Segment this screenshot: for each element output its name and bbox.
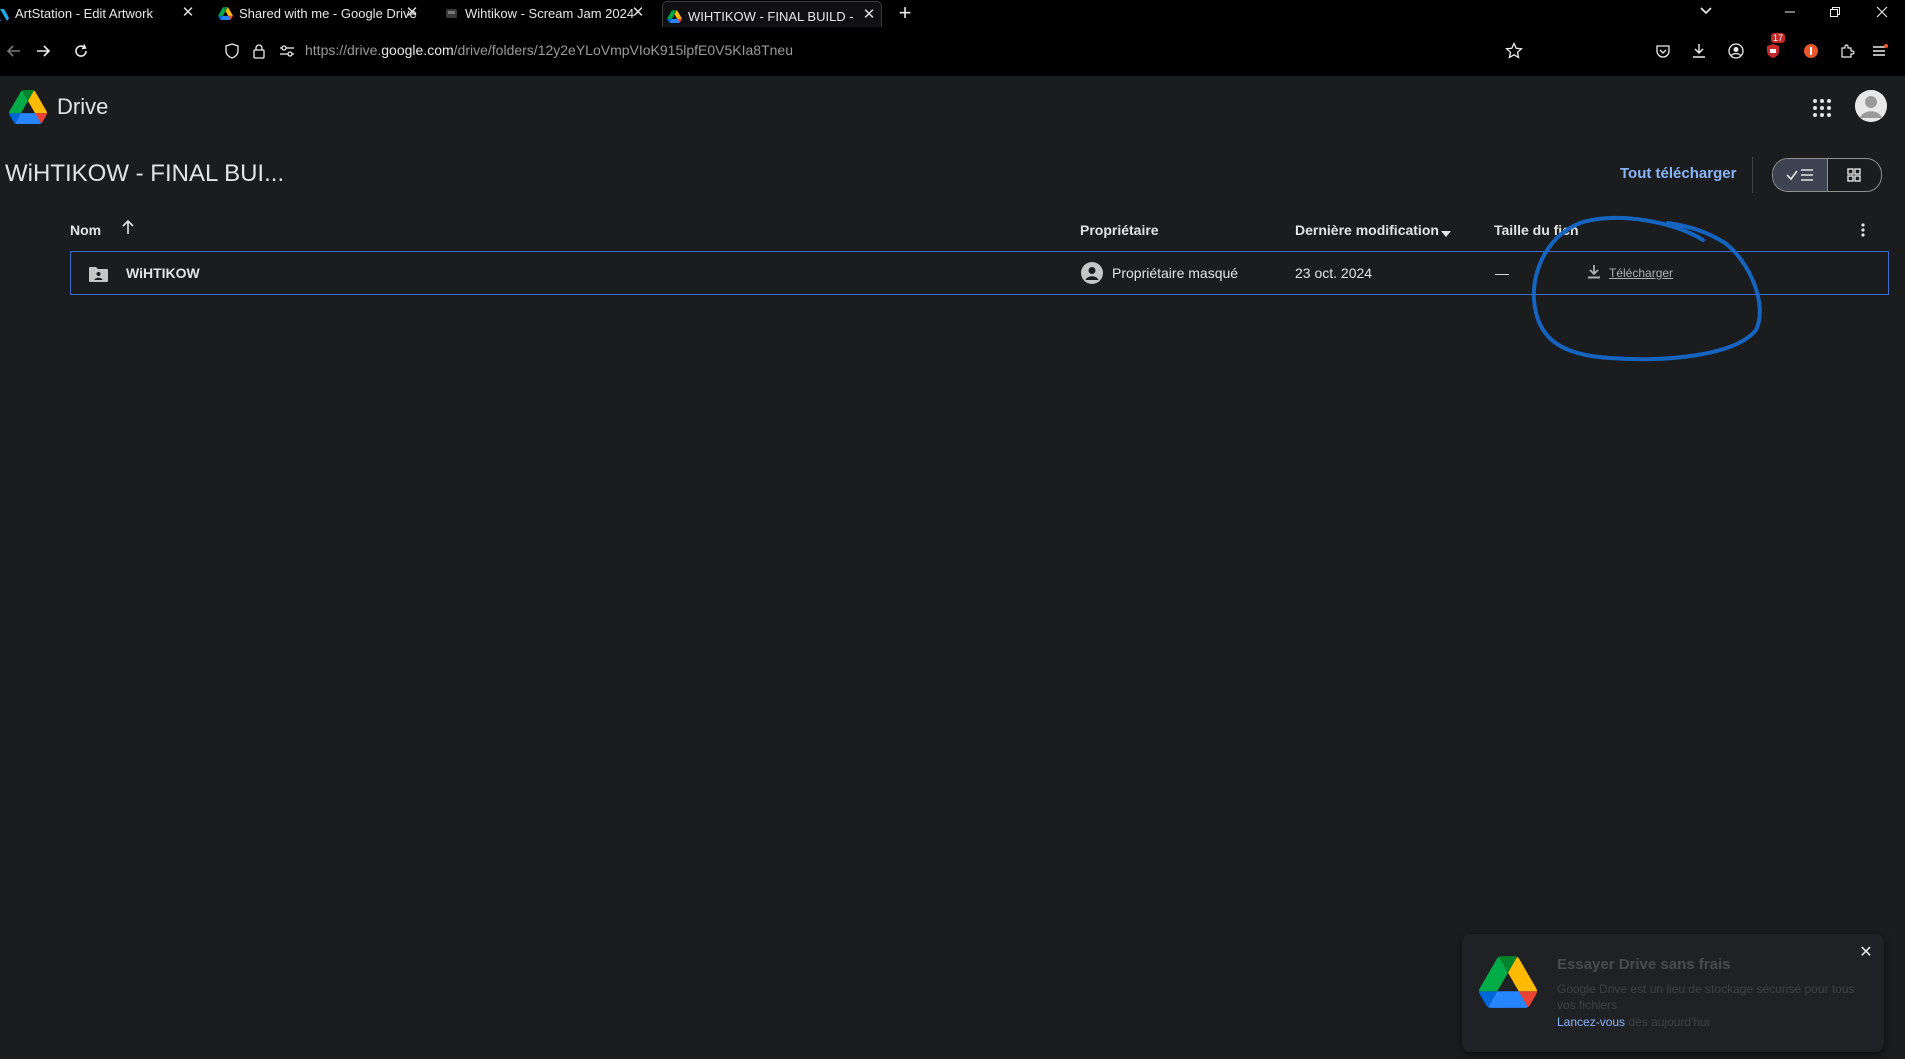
minimize-window-icon[interactable] [1770,0,1810,26]
user-avatar[interactable] [1855,90,1887,122]
file-name[interactable]: WiHTIKOW [126,265,200,281]
download-label: Télécharger [1609,266,1674,280]
google-apps-grid-icon[interactable] [1810,96,1834,120]
divider [1752,157,1753,193]
tab-title: Shared with me - Google Drive [239,6,417,21]
download-arrow-icon [1587,264,1601,282]
column-header-owner[interactable]: Propriétaire [1080,222,1159,238]
try-drive-promo: Essayer Drive sans frais Google Drive es… [1462,934,1884,1052]
tab-shared-with-me[interactable]: Shared with me - Google Drive ✕ [214,0,424,27]
google-drive-icon [218,6,233,21]
hand-drawn-circle-annotation [1531,216,1762,362]
view-toggle [1772,158,1882,192]
column-header-name[interactable]: Nom [70,222,101,238]
bookmark-star-icon[interactable] [1502,39,1526,63]
download-link[interactable]: Télécharger [1587,264,1673,282]
url-prefix: https://drive. [305,42,382,58]
close-window-icon[interactable] [1862,0,1902,26]
itchio-icon [444,6,459,21]
restore-window-icon[interactable] [1815,0,1855,26]
owner-avatar-icon [1081,262,1103,287]
promo-text: Google Drive est un lieu de stockage séc… [1557,982,1855,1012]
artstation-icon [0,6,9,21]
drive-app-name[interactable]: Drive [57,94,108,120]
promo-link-suffix: dès aujourd'hui [1625,1015,1710,1029]
lock-icon[interactable] [246,38,272,64]
grid-icon [1847,168,1861,182]
back-arrow-icon[interactable] [0,38,26,64]
folder-title: WiHTIKOW - FINAL BUI... [5,160,285,187]
more-options-icon[interactable] [1860,222,1866,241]
app-menu-icon[interactable] [1868,39,1892,63]
shared-folder-icon [88,266,109,286]
pocket-icon[interactable] [1651,39,1675,63]
list-all-tabs-icon[interactable] [1686,0,1726,26]
extensions-puzzle-icon[interactable] [1835,39,1859,63]
url-host: google.com [381,42,454,58]
tracking-shield-icon[interactable] [219,38,245,64]
tab-title: ArtStation - Edit Artwork [15,6,153,21]
sort-ascending-arrow-icon[interactable] [121,219,135,238]
account-icon[interactable] [1724,39,1748,63]
new-tab-button[interactable]: + [894,2,916,24]
promo-get-started: Lancez-vous dès aujourd'hui [1557,1015,1709,1029]
permissions-icon[interactable] [274,38,300,64]
extension-badge: 17 [1771,33,1786,43]
google-drive-icon [667,9,682,24]
tab-wihtikow-final-build[interactable]: WIHTIKOW - FINAL BUILD - Goo ✕ [662,1,882,30]
column-header-modified[interactable]: Dernière modification [1295,222,1439,238]
browser-tab-strip: ArtStation - Edit Artwork ✕ Shared with … [0,0,1905,30]
close-tab-icon[interactable]: ✕ [861,7,877,23]
browser-nav-bar: https://drive.google.com/drive/folders/1… [0,27,1905,76]
get-started-link[interactable]: Lancez-vous [1557,1015,1625,1029]
url-path: /drive/folders/12y2eYLoVmpVIoK915lpfE0V5… [453,42,793,58]
address-bar-url[interactable]: https://drive.google.com/drive/folders/1… [305,42,793,58]
close-tab-icon[interactable]: ✕ [180,5,196,21]
google-drive-logo-icon[interactable] [8,90,47,124]
drive-header: Drive [0,76,1905,140]
file-list-header: Nom Propriétaire Dernière modification T… [0,218,1905,244]
ublock-extension-icon[interactable]: 17 [1761,33,1786,63]
grid-view-button[interactable] [1826,159,1882,191]
close-tab-icon[interactable]: ✕ [630,5,646,21]
close-tab-icon[interactable]: ✕ [404,5,420,21]
check-list-icon [1786,169,1813,181]
reload-icon[interactable] [68,38,94,64]
extension-icon-orange[interactable] [1799,39,1823,63]
file-owner: Propriétaire masqué [1112,265,1239,281]
tab-title: WIHTIKOW - FINAL BUILD - Goo [688,8,856,24]
google-drive-logo-icon [1479,956,1537,1013]
file-size: — [1495,265,1509,281]
file-modified-date: 23 oct. 2024 [1295,265,1373,281]
download-all-button[interactable]: Tout télécharger [1620,165,1736,182]
tab-artstation[interactable]: ArtStation - Edit Artwork ✕ [0,0,200,27]
promo-title: Essayer Drive sans frais [1557,956,1731,973]
close-promo-icon[interactable]: ✕ [1857,944,1875,962]
forward-arrow-icon[interactable] [31,38,57,64]
tab-wihtikow-itch[interactable]: Wihtikow - Scream Jam 2024 by ✕ [440,0,650,27]
list-view-button[interactable] [1773,159,1827,191]
dropdown-caret-icon[interactable] [1441,225,1451,241]
column-header-size[interactable]: Taille du fich [1494,222,1579,238]
downloads-icon[interactable] [1687,39,1711,63]
tab-title: Wihtikow - Scream Jam 2024 by [465,6,635,21]
